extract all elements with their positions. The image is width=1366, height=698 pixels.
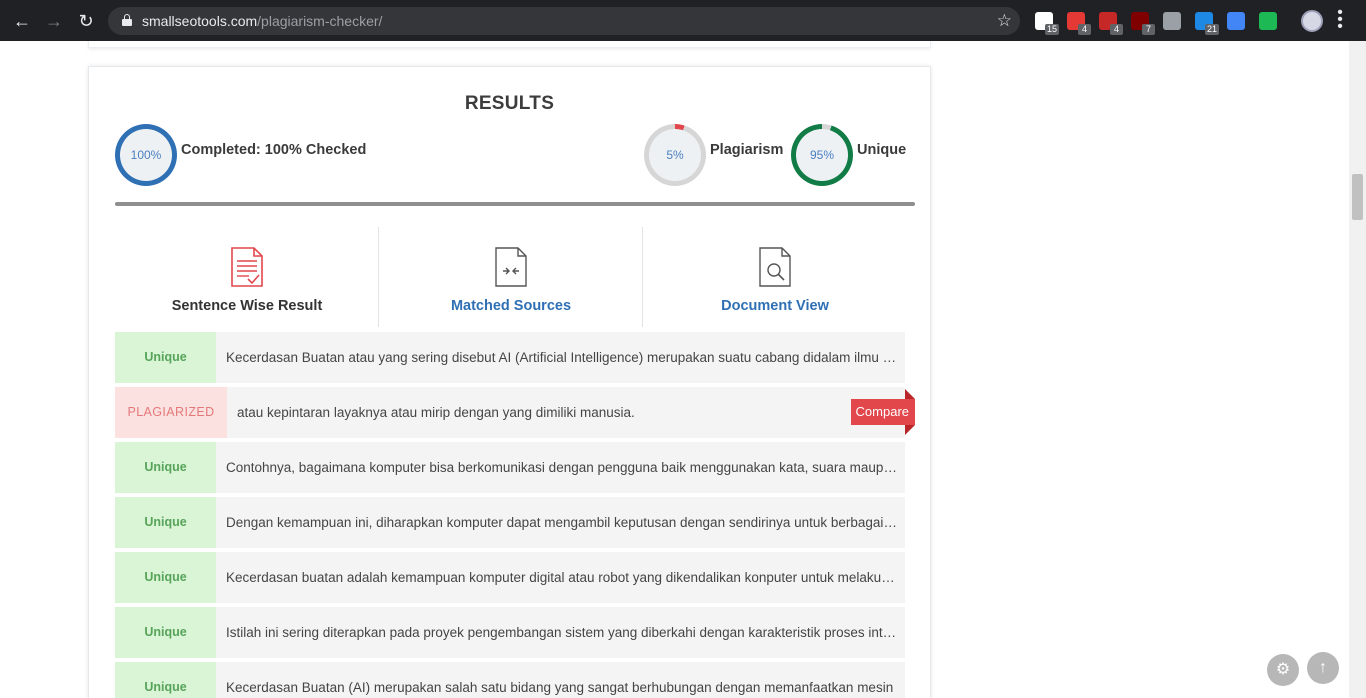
search-document-icon	[758, 247, 792, 287]
unique-progress-ring: 95%	[791, 124, 853, 186]
bug-report-icon[interactable]: ⚙	[1267, 654, 1299, 686]
shield-extension-icon[interactable]	[1259, 12, 1277, 30]
camera-icon[interactable]	[1163, 12, 1181, 30]
scrollbar-thumb[interactable]	[1352, 174, 1363, 220]
plagiarism-label: Plagiarism	[710, 142, 784, 158]
sentence-text: Istilah ini sering diterapkan pada proye…	[226, 625, 899, 640]
compare-document-icon	[494, 247, 528, 287]
url-text: smallseotools.com/plagiarism-checker/	[142, 13, 382, 29]
sentence-row: Unique Kecerdasan buatan adalah kemampuan…	[115, 552, 905, 603]
page-content: RESULTS 100% Completed: 100% Checked 5% …	[0, 41, 1366, 698]
completed-value: 100%	[120, 129, 172, 181]
sentence-text: Kecerdasan Buatan atau yang sering diseb…	[226, 350, 899, 365]
sentence-row: Unique Dengan kemampuan ini, diharapkan k…	[115, 497, 905, 548]
unique-badge: Unique	[115, 607, 216, 658]
check-progress-bar	[115, 202, 915, 206]
url-host: smallseotools.com	[142, 13, 258, 29]
sentence-row: Unique Contohnya, bagaimana komputer bisa…	[115, 442, 905, 493]
unique-badge: Unique	[115, 552, 216, 603]
cursor-extension-icon[interactable]: 21	[1195, 12, 1219, 35]
chat-extension-icon[interactable]: 15	[1035, 12, 1059, 35]
sentence-text: Dengan kemampuan ini, diharapkan kompute…	[226, 515, 899, 530]
forward-arrow-icon[interactable]: →	[42, 9, 66, 33]
address-bar[interactable]: smallseotools.com/plagiarism-checker/ ☆	[108, 7, 1020, 35]
url-path: /plagiarism-checker/	[257, 13, 383, 29]
compare-ribbon-top	[905, 389, 915, 399]
plagiarized-badge: PLAGIARIZED	[115, 387, 227, 438]
tab-document-view[interactable]: Document View	[643, 227, 907, 327]
sentence-results-list: Unique Kecerdasan Buatan atau yang sering…	[115, 332, 915, 698]
tab-matched-sources[interactable]: Matched Sources	[379, 227, 643, 327]
lock-icon	[122, 14, 132, 26]
abp-icon[interactable]: 4	[1099, 12, 1123, 35]
completed-label: Completed: 100% Checked	[181, 142, 367, 158]
reload-icon[interactable]: ↻	[74, 9, 98, 33]
extension-badge: 15	[1044, 24, 1059, 35]
plagiarism-progress-ring: 5%	[644, 124, 706, 186]
tab-sentence-wise-result-label: Sentence Wise Result	[171, 298, 323, 314]
browser-toolbar: ← → ↻ smallseotools.com/plagiarism-check…	[0, 0, 1366, 41]
unique-badge: Unique	[115, 662, 216, 698]
sentence-row: PLAGIARIZED atau kepintaran layaknya atau…	[115, 387, 915, 438]
sentence-row: Unique Kecerdasan Buatan (AI) merupakan s…	[115, 662, 905, 698]
previous-card	[88, 41, 931, 48]
ublock-icon[interactable]: 7	[1131, 12, 1155, 35]
back-arrow-icon[interactable]: ←	[10, 9, 34, 33]
sentence-text: Kecerdasan Buatan (AI) merupakan salah s…	[226, 680, 894, 695]
extension-badge: 4	[1078, 24, 1091, 35]
tab-sentence-wise-result[interactable]: Sentence Wise Result	[115, 227, 379, 327]
tab-matched-sources-label: Matched Sources	[450, 298, 572, 314]
bookmark-star-icon[interactable]: ☆	[997, 11, 1012, 31]
completed-progress-ring: 100%	[115, 124, 177, 186]
sentence-text: Kecerdasan buatan adalah kemampuan kompu…	[226, 570, 899, 585]
plagiarism-value: 5%	[649, 129, 701, 181]
extension-badge: 21	[1204, 24, 1219, 35]
profile-avatar[interactable]	[1301, 10, 1323, 32]
sentence-row: Unique Kecerdasan Buatan atau yang sering…	[115, 332, 905, 383]
scroll-to-top-icon[interactable]: ↑	[1307, 652, 1339, 684]
browser-menu-icon[interactable]: • • •	[1336, 5, 1344, 35]
page-scrollbar[interactable]	[1349, 41, 1366, 698]
unique-value: 95%	[796, 129, 848, 181]
unique-badge: Unique	[115, 332, 216, 383]
tab-document-view-label: Document View	[721, 298, 829, 314]
sentence-row: Unique Istilah ini sering diterapkan pada…	[115, 607, 905, 658]
sentence-text: atau kepintaran layaknya atau mirip deng…	[237, 405, 635, 420]
unique-badge: Unique	[115, 442, 216, 493]
extension-badge: 4	[1110, 24, 1123, 35]
unique-badge: Unique	[115, 497, 216, 548]
results-card: RESULTS 100% Completed: 100% Checked 5% …	[88, 66, 931, 698]
compare-button[interactable]: Compare	[850, 399, 915, 425]
sentence-document-icon	[230, 247, 264, 287]
pen-extension-icon[interactable]	[1227, 12, 1245, 30]
compare-ribbon-bottom	[905, 425, 915, 435]
extension-badge: 7	[1142, 24, 1155, 35]
results-title: RESULTS	[464, 93, 555, 114]
red-extension-icon[interactable]: 4	[1067, 12, 1091, 35]
sentence-text: Contohnya, bagaimana komputer bisa berko…	[226, 460, 899, 475]
unique-label: Unique	[857, 142, 907, 158]
